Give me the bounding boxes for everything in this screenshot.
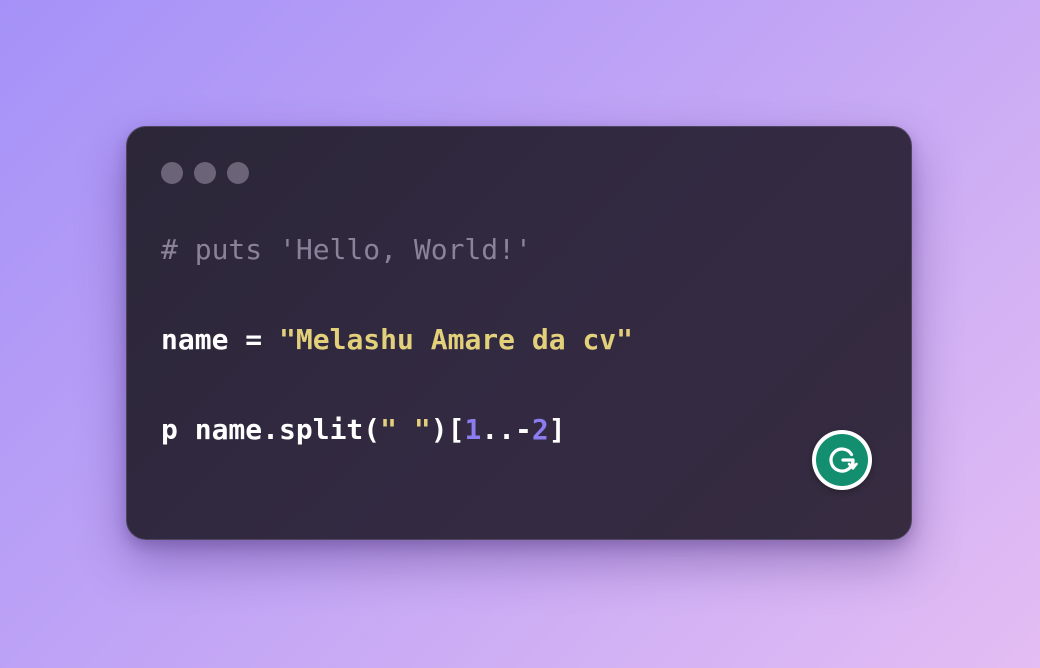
variable-token: name (161, 323, 229, 356)
grammarly-button[interactable] (812, 430, 872, 490)
separator-string-token: " " (380, 413, 431, 446)
window-controls (161, 162, 249, 184)
range-operator-token: ..- (481, 413, 532, 446)
maximize-dot[interactable] (227, 162, 249, 184)
range-start-token: 1 (464, 413, 482, 446)
minimize-dot[interactable] (194, 162, 216, 184)
range-end-token: 2 (531, 413, 549, 446)
code-line-print: p name.split(" ")[1..-2] (161, 413, 566, 447)
call-token: p name.split( (161, 413, 381, 446)
operator-token: = (228, 323, 280, 356)
close-dot[interactable] (161, 162, 183, 184)
string-token: "Melashu Amare da cv" (279, 323, 634, 356)
index-open-token: )[ (430, 413, 465, 446)
index-close-token: ] (548, 413, 566, 446)
code-line-assignment: name = "Melashu Amare da cv" (161, 323, 633, 357)
code-window: # puts 'Hello, World!' name = "Melashu A… (126, 126, 912, 540)
grammarly-g-icon (816, 434, 868, 486)
comment-token: # puts 'Hello, World!' (161, 233, 532, 266)
code-line-comment: # puts 'Hello, World!' (161, 233, 532, 267)
